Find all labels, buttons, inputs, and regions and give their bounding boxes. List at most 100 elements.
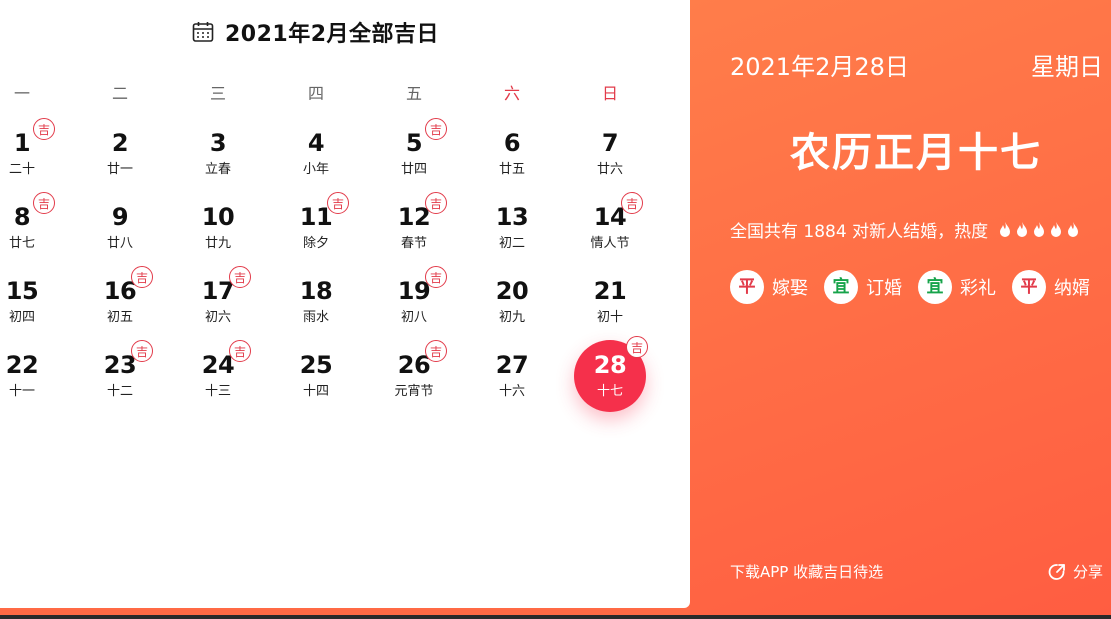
- suitable-badge: 宜: [824, 270, 858, 304]
- day-number: 27: [495, 351, 529, 379]
- lunar-day-label: 十四: [302, 384, 329, 399]
- auspicious-badge: 吉: [425, 192, 447, 214]
- calendar-day[interactable]: 10 廿九: [178, 192, 258, 262]
- lunar-day-label: 初八: [400, 310, 427, 325]
- day-number: 20: [495, 277, 529, 305]
- day-number: 18: [299, 277, 333, 305]
- activity-tag: 宜彩礼: [918, 270, 996, 304]
- calendar-day[interactable]: 8 廿七吉: [0, 192, 62, 262]
- flame-icon: [1032, 221, 1046, 239]
- lunar-day-label: 小年: [302, 162, 329, 177]
- activity-tags: 平嫁娶宜订婚宜彩礼平纳婿: [730, 270, 1090, 304]
- calendar-day[interactable]: 7 廿六: [570, 118, 650, 188]
- calendar-day[interactable]: 24 十三吉: [178, 340, 258, 410]
- calendar-day[interactable]: 27 十六: [472, 340, 552, 410]
- calendar-day[interactable]: 25 十四: [276, 340, 356, 410]
- lunar-day-label: 二十: [8, 162, 35, 177]
- lunar-day-label: 初六: [204, 310, 231, 325]
- wedding-stats: 全国共有 1884 对新人结婚，热度: [730, 217, 1080, 242]
- calendar-day[interactable]: 22 十一: [0, 340, 62, 410]
- wedding-stats-text: 全国共有 1884 对新人结婚，热度: [730, 222, 989, 242]
- activity-label: 订婚: [866, 278, 902, 299]
- calendar-day[interactable]: 23 十二吉: [80, 340, 160, 410]
- lunar-day-label: 情人节: [590, 236, 630, 251]
- day-number: 4: [307, 129, 325, 157]
- day-number: 7: [601, 129, 619, 157]
- auspicious-badge: 吉: [621, 192, 643, 214]
- flame-icon: [998, 221, 1012, 239]
- auspicious-badge: 吉: [425, 118, 447, 140]
- lunar-day-label: 廿五: [498, 162, 525, 177]
- calendar-day[interactable]: 15 初四: [0, 266, 62, 336]
- auspicious-badge: 吉: [33, 118, 55, 140]
- calendar-day[interactable]: 14 情人节吉: [570, 192, 650, 262]
- app-root: 2021年2月全部吉日 一 二 三 四 五 六 日 1 二十吉 2 廿一 3 立春 4 小年 5…: [0, 0, 1111, 619]
- calendar-day[interactable]: 17 初六吉: [178, 266, 258, 336]
- calendar-day[interactable]: 12 春节吉: [374, 192, 454, 262]
- day-number: 9: [111, 203, 129, 231]
- lunar-day-label: 廿四: [400, 162, 427, 177]
- calendar-day[interactable]: 3 立春: [178, 118, 258, 188]
- auspicious-badge: 吉: [327, 192, 349, 214]
- lunar-day-label: 廿七: [8, 236, 35, 251]
- calendar-day[interactable]: 1 二十吉: [0, 118, 62, 188]
- calendar-day[interactable]: 26 元宵节吉: [374, 340, 454, 410]
- lunar-day-label: 雨水: [302, 310, 329, 325]
- bottom-accent-bar: [0, 608, 690, 615]
- download-app-link[interactable]: 下载APP 收藏吉日待选: [730, 561, 883, 582]
- calendar-day[interactable]: 18 雨水: [276, 266, 356, 336]
- lunar-day-label: 初五: [106, 310, 133, 325]
- day-number: 10: [201, 203, 235, 231]
- lunar-day-label: 廿一: [106, 162, 133, 177]
- lunar-day-label: 十一: [8, 384, 35, 399]
- activity-tag: 宜订婚: [824, 270, 902, 304]
- auspicious-badge: 吉: [229, 266, 251, 288]
- calendar-day-selected[interactable]: 28 十七吉: [570, 336, 650, 412]
- calendar-day[interactable]: 6 廿五: [472, 118, 552, 188]
- calendar-day[interactable]: 9 廿八: [80, 192, 160, 262]
- lunar-day-label: 初四: [8, 310, 35, 325]
- lunar-day-label: 立春: [204, 162, 231, 177]
- calendar-panel: 2021年2月全部吉日 一 二 三 四 五 六 日 1 二十吉 2 廿一 3 立春 4 小年 5…: [0, 0, 690, 608]
- share-icon: [1047, 562, 1067, 582]
- lunar-day-label: 廿九: [204, 236, 231, 251]
- selected-weekday: 星期日: [1031, 53, 1103, 81]
- calendar-day[interactable]: 19 初八吉: [374, 266, 454, 336]
- day-number: 21: [593, 277, 627, 305]
- calendar-day[interactable]: 13 初二: [472, 192, 552, 262]
- activity-label: 纳婿: [1054, 278, 1090, 299]
- calendar-day[interactable]: 20 初九: [472, 266, 552, 336]
- activity-label: 嫁娶: [772, 278, 808, 299]
- heat-indicator: [998, 221, 1080, 239]
- day-number: 25: [299, 351, 333, 379]
- lunar-day-label: 初九: [498, 310, 525, 325]
- flame-icon: [1066, 221, 1080, 239]
- activity-tag: 平纳婿: [1012, 270, 1090, 304]
- day-info-panel: 2021年2月28日 星期日 农历正月十七 全国共有 1884 对新人结婚，热度…: [690, 0, 1111, 615]
- lunar-date: 农历正月十七: [790, 130, 1042, 176]
- calendar-day[interactable]: 16 初五吉: [80, 266, 160, 336]
- calendar-grid: 1 二十吉 2 廿一 3 立春 4 小年 5 廿四吉 6 廿五 7 廿六 8 廿七吉 9 廿八 10 廿九 11 除夕吉 1…: [0, 0, 690, 600]
- calendar-day[interactable]: 5 廿四吉: [374, 118, 454, 188]
- calendar-day[interactable]: 2 廿一: [80, 118, 160, 188]
- activity-tag: 平嫁娶: [730, 270, 808, 304]
- lunar-day-label: 十六: [498, 384, 525, 399]
- day-number: 2: [111, 129, 129, 157]
- share-button[interactable]: 分享: [1047, 561, 1103, 582]
- flame-icon: [1015, 221, 1029, 239]
- lunar-day-label: 十三: [204, 384, 231, 399]
- auspicious-badge: 吉: [131, 340, 153, 362]
- lunar-day-label: 春节: [400, 236, 427, 251]
- lunar-day-label: 元宵节: [394, 384, 434, 399]
- auspicious-badge: 吉: [626, 336, 648, 358]
- day-number: 6: [503, 129, 521, 157]
- lunar-day-label: 十二: [106, 384, 133, 399]
- calendar-day[interactable]: 11 除夕吉: [276, 192, 356, 262]
- lunar-day-label: 初二: [498, 236, 525, 251]
- selected-date: 2021年2月28日: [730, 53, 909, 81]
- calendar-day[interactable]: 4 小年: [276, 118, 356, 188]
- day-number: 22: [5, 351, 39, 379]
- calendar-day[interactable]: 21 初十: [570, 266, 650, 336]
- bottom-divider: [0, 615, 1111, 619]
- auspicious-badge: 吉: [131, 266, 153, 288]
